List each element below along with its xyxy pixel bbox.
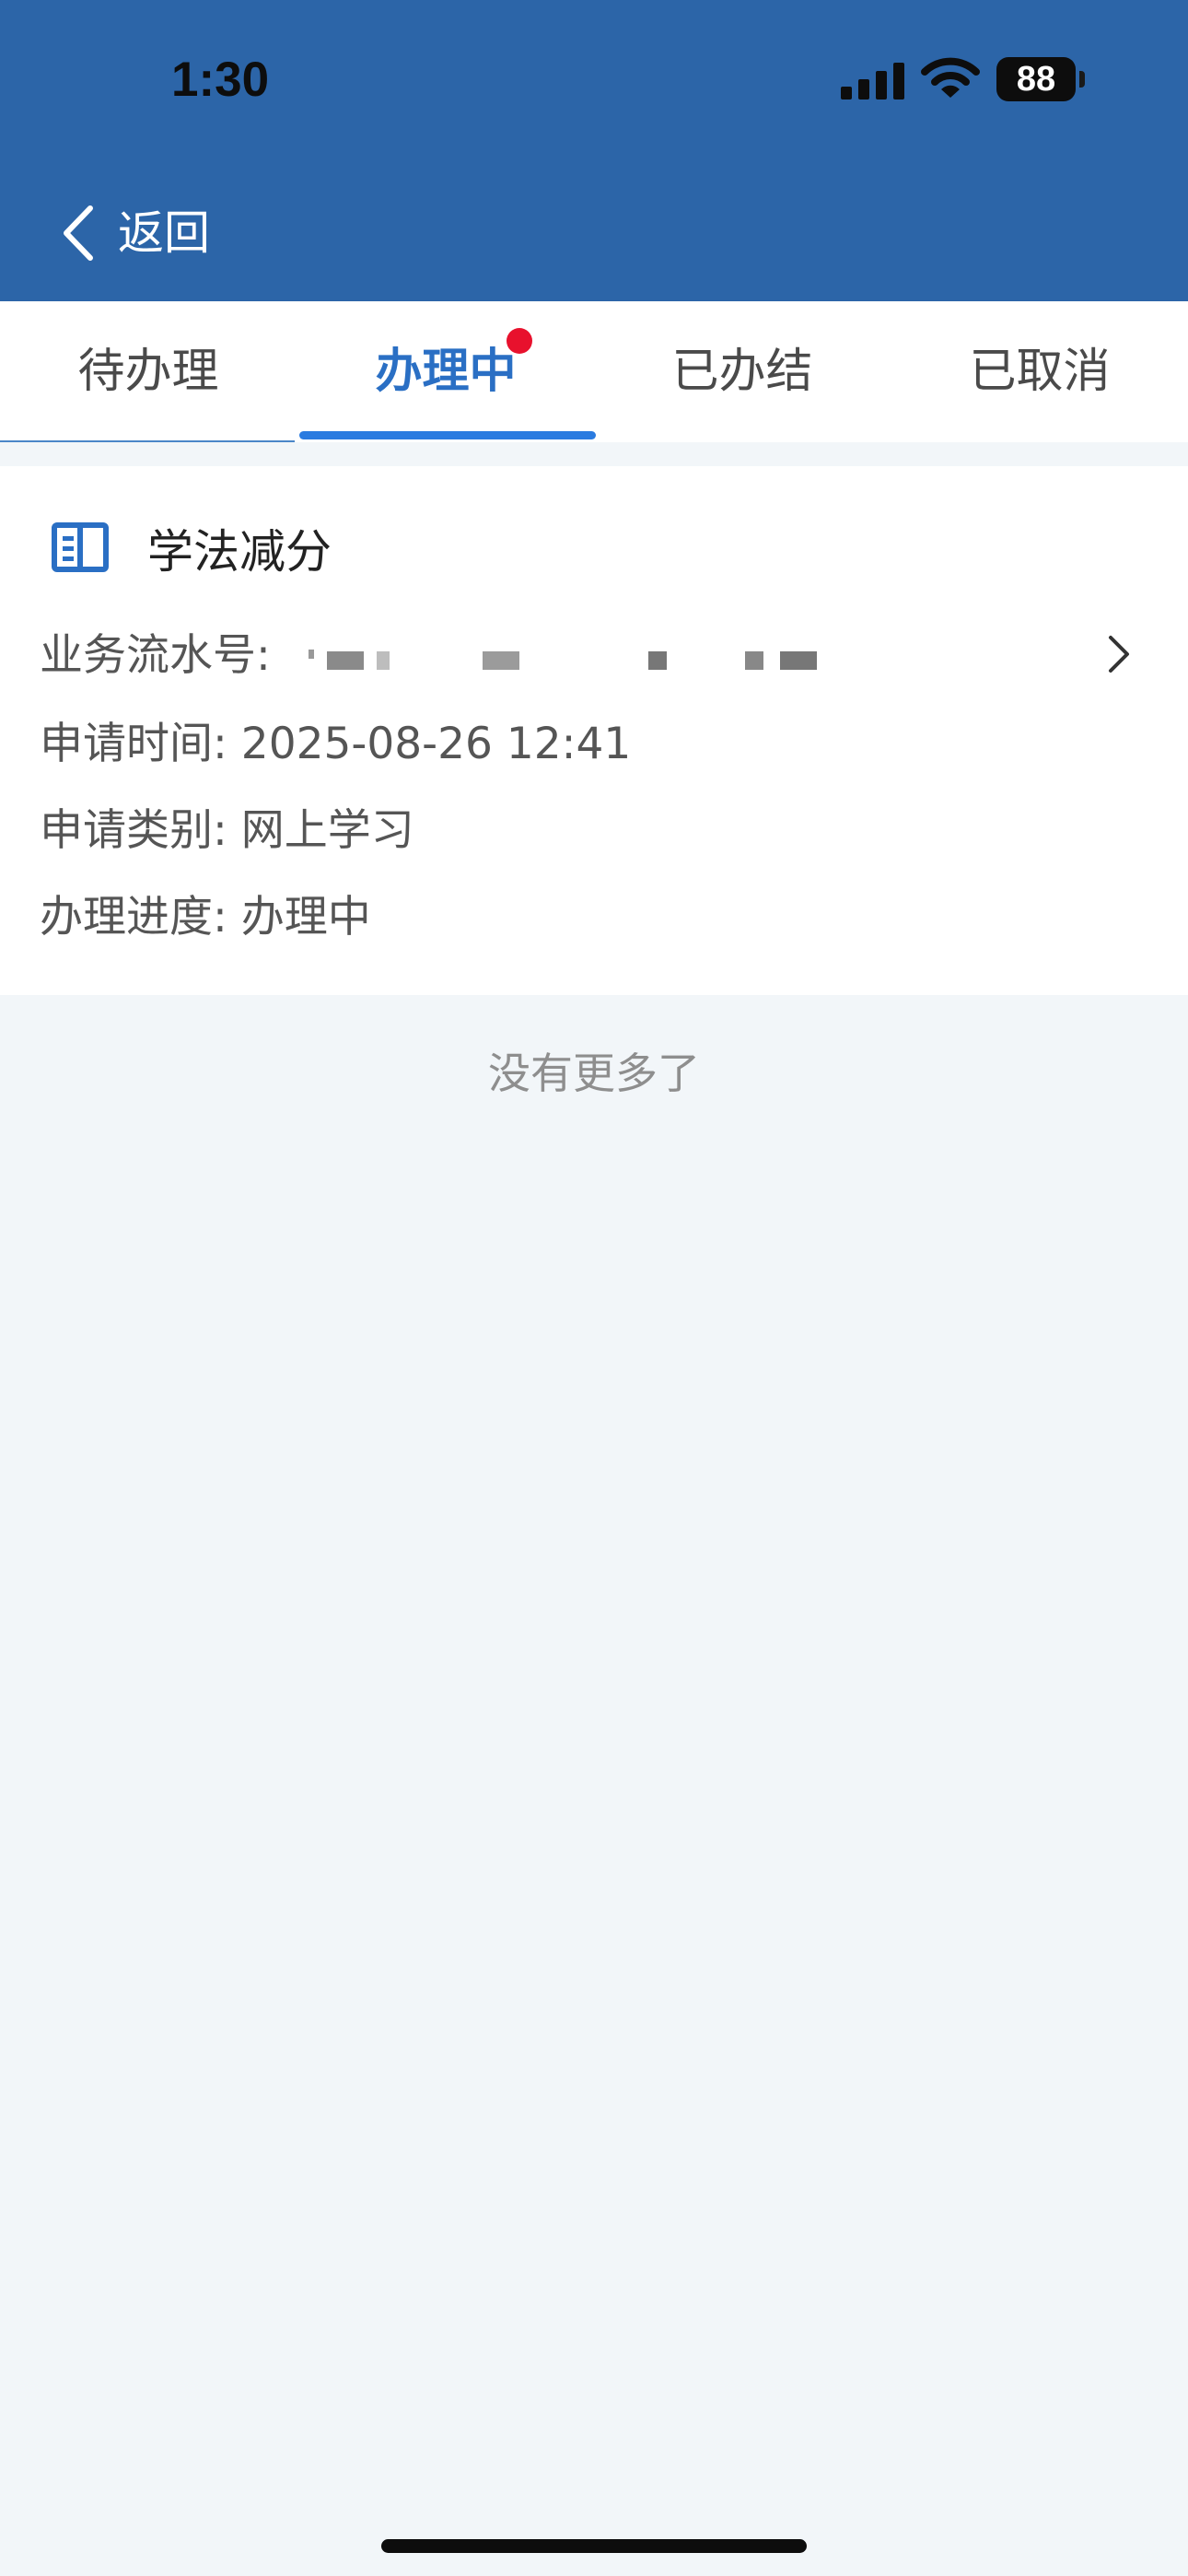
battery-tip — [1079, 71, 1085, 88]
chevron-left-icon — [64, 205, 93, 261]
status-time: 1:30 — [171, 53, 270, 107]
serial-number-redacted — [285, 640, 837, 677]
app-header: 1:30 88 返回 — [0, 0, 1188, 301]
cellular-signal-icon — [841, 63, 904, 100]
status-tabs: 待办理 办理中 已办结 已取消 — [0, 301, 1188, 442]
serial-number-row: 业务流水号: — [40, 628, 837, 684]
tab-completed-label: 已办结 — [671, 345, 813, 399]
apply-type-label: 申请类别: — [40, 805, 227, 856]
apply-type-row: 申请类别: 网上学习 — [40, 803, 414, 859]
chevron-right-icon[interactable] — [1107, 634, 1131, 674]
no-more-text: 没有更多了 — [488, 1048, 700, 1098]
notification-badge — [507, 328, 532, 354]
tab-cancelled-label: 已取消 — [969, 345, 1111, 399]
battery-level: 88 — [1016, 60, 1056, 99]
apply-time-row: 申请时间: 2025-08-26 12:41 — [40, 717, 631, 772]
tab-completed[interactable]: 已办结 — [594, 301, 891, 442]
apply-time-value: 2025-08-26 12:41 — [240, 719, 632, 769]
battery-icon: 88 — [996, 57, 1076, 101]
book-icon — [52, 522, 109, 572]
progress-row: 办理进度: 办理中 — [40, 890, 371, 945]
tab-in-progress[interactable]: 办理中 — [297, 301, 594, 442]
tab-cancelled[interactable]: 已取消 — [891, 301, 1188, 442]
active-tab-indicator — [299, 431, 596, 439]
tab-pending[interactable]: 待办理 — [0, 301, 297, 442]
tab-in-progress-label: 办理中 — [375, 345, 517, 399]
application-card[interactable]: 学法减分 业务流水号: 申请时间: 2025-08-26 12:41 申请类别:… — [0, 466, 1188, 995]
progress-value: 办理中 — [240, 892, 371, 943]
apply-time-label: 申请时间: — [40, 719, 227, 769]
wifi-icon — [921, 57, 980, 98]
tab-pending-label: 待办理 — [77, 345, 219, 399]
back-button[interactable]: 返回 — [61, 201, 210, 265]
progress-label: 办理进度: — [40, 892, 227, 943]
apply-type-value: 网上学习 — [240, 805, 414, 856]
card-title: 学法减分 — [147, 525, 332, 579]
tab-divider — [0, 440, 295, 442]
back-label: 返回 — [118, 206, 210, 260]
serial-number-label: 业务流水号: — [40, 630, 271, 681]
home-indicator[interactable] — [381, 2539, 807, 2553]
page-title — [488, 207, 700, 258]
